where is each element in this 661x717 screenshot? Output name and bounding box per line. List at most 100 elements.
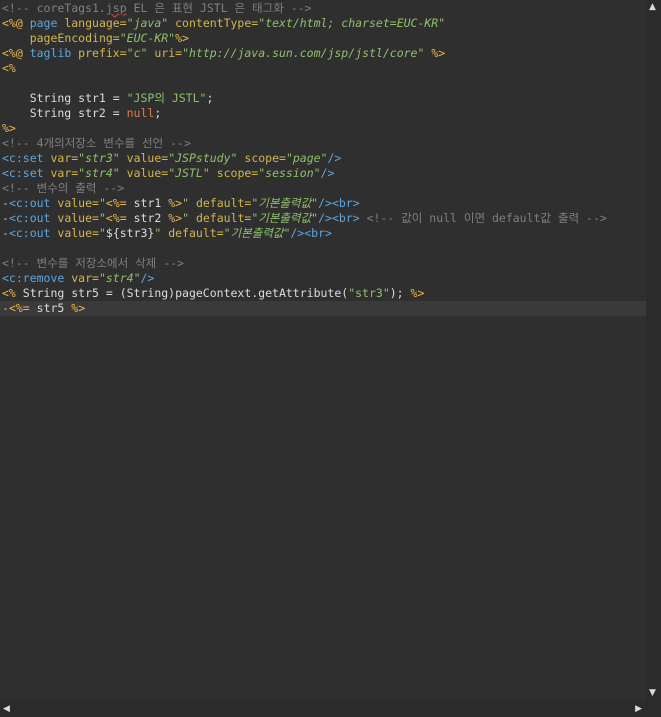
code-line[interactable]: <!-- 변수를 저장소에서 삭제 --> [0, 256, 646, 271]
code-token: ${str3} [105, 226, 155, 240]
code-token: <% [2, 286, 23, 300]
code-token: %> [175, 31, 189, 45]
horizontal-scrollbar[interactable]: ◀ ▶ [0, 701, 646, 717]
code-token: value= [57, 211, 99, 225]
scroll-left-icon[interactable]: ◀ [3, 704, 10, 714]
code-token: <%= [105, 196, 134, 210]
code-line[interactable]: String str1 = "JSP의 JSTL"; [0, 91, 646, 106]
code-token: <c:out [8, 226, 58, 240]
code-token: var= [71, 271, 99, 285]
code-token: "text/html; charset=EUC-KR" [258, 16, 446, 30]
code-token: %> [71, 301, 86, 315]
scrollbar-corner [646, 701, 661, 717]
code-token: String str2 = [2, 106, 127, 120]
scroll-up-icon[interactable]: ▲ [649, 2, 656, 12]
code-line[interactable]: <c:set var="str3" value="JSPstudy" scope… [0, 151, 646, 166]
code-token: <c:out [8, 211, 58, 225]
code-token: page [29, 16, 65, 30]
code-token: "c" [126, 46, 148, 60]
code-token: /> [320, 166, 335, 180]
code-token: String str1 = [2, 91, 127, 105]
code-token: "str3" [348, 286, 390, 300]
code-line[interactable]: <c:set var="str4" value="JSTL" scope="se… [0, 166, 646, 181]
code-token: " [98, 196, 106, 210]
code-token: /><br> [318, 211, 360, 225]
code-token: ; [154, 106, 162, 120]
code-token: prefix= [78, 46, 127, 60]
code-token: - [2, 301, 9, 315]
code-token: var= [50, 151, 79, 165]
code-token: /><br> [318, 196, 360, 210]
code-token: "기본출력값" [223, 226, 291, 240]
code-line[interactable]: -<%= str5 %> [0, 301, 646, 316]
scroll-down-icon[interactable]: ▼ [649, 688, 656, 698]
code-token: "str3" [78, 151, 120, 165]
code-token: /> [140, 271, 155, 285]
code-token: <!-- coreTags1. [2, 1, 106, 15]
code-token: str5 [36, 301, 72, 315]
code-token: " [182, 196, 190, 210]
code-token: <c:set [2, 166, 51, 180]
code-token: contentType= [175, 16, 259, 30]
code-token: %> [410, 286, 425, 300]
code-token: <c:set [2, 151, 51, 165]
code-token: value= [57, 226, 99, 240]
code-token: <% [2, 61, 16, 75]
code-token: String str5 = (String)pageContext.getAtt… [22, 286, 349, 300]
code-line[interactable]: String str2 = null; [0, 106, 646, 121]
code-token: value= [126, 151, 169, 165]
code-token: jsp [105, 1, 127, 15]
code-token: str1 [133, 196, 169, 210]
code-line[interactable] [0, 76, 646, 91]
code-token: default= [195, 211, 252, 225]
code-token: /> [327, 151, 342, 165]
code-line[interactable]: <!-- 변수의 출력 --> [0, 181, 646, 196]
code-token: language= [64, 16, 127, 30]
code-token: <%= [8, 301, 37, 315]
code-line[interactable] [0, 241, 646, 256]
code-line[interactable]: %> [0, 121, 646, 136]
code-token: "JSPstudy" [168, 151, 238, 165]
code-line[interactable]: <%@ page language="java" contentType="te… [0, 16, 646, 31]
code-line[interactable]: -<c:out value="<%= str1 %>" default="기본출… [0, 196, 646, 211]
code-token: /><br> [290, 226, 332, 240]
code-editor[interactable]: <!-- coreTags1.jsp EL 은 표현 JSTL 은 태그화 --… [0, 0, 646, 701]
code-token: <%= [105, 211, 134, 225]
code-line[interactable]: -<c:out value="${str3}" default="기본출력값"/… [0, 226, 646, 241]
code-token: %> [168, 196, 183, 210]
code-token: "기본출력값" [251, 196, 319, 210]
code-token: ); [389, 286, 411, 300]
code-token: <%@ [2, 46, 30, 60]
code-token: "기본출력값" [251, 211, 319, 225]
vertical-scrollbar[interactable]: ▲ ▼ [646, 0, 661, 701]
code-token: "str4" [98, 271, 141, 285]
code-token: " [98, 211, 106, 225]
code-token: value= [126, 166, 169, 180]
code-line[interactable]: <!-- coreTags1.jsp EL 은 표현 JSTL 은 태그화 --… [0, 1, 646, 16]
code-token: %> [431, 46, 446, 60]
code-token: %> [168, 211, 183, 225]
code-line[interactable]: <% [0, 61, 646, 76]
code-token: - [2, 226, 9, 240]
code-line[interactable]: <!-- 4개의저장소 변수를 선언 --> [0, 136, 646, 151]
code-token: <!-- 4개의저장소 변수를 선언 --> [2, 136, 191, 150]
code-line[interactable]: <%@ taglib prefix="c" uri="http://java.s… [0, 46, 646, 61]
code-token: - [2, 196, 9, 210]
code-line[interactable]: -<c:out value="<%= str2 %>" default="기본출… [0, 211, 646, 226]
code-token: scope= [216, 166, 259, 180]
code-token: <%@ [2, 16, 30, 30]
code-token: <c:out [8, 196, 58, 210]
code-line[interactable]: <c:remove var="str4"/> [0, 271, 646, 286]
code-token: str2 [133, 211, 169, 225]
code-token: value= [57, 196, 99, 210]
code-token: "str4" [78, 166, 120, 180]
code-line[interactable]: <% String str5 = (String)pageContext.get… [0, 286, 646, 301]
code-token: <!-- 변수의 출력 --> [2, 181, 125, 195]
code-line[interactable]: pageEncoding="EUC-KR"%> [0, 31, 646, 46]
code-token: "page" [285, 151, 328, 165]
scroll-right-icon[interactable]: ▶ [635, 704, 642, 714]
